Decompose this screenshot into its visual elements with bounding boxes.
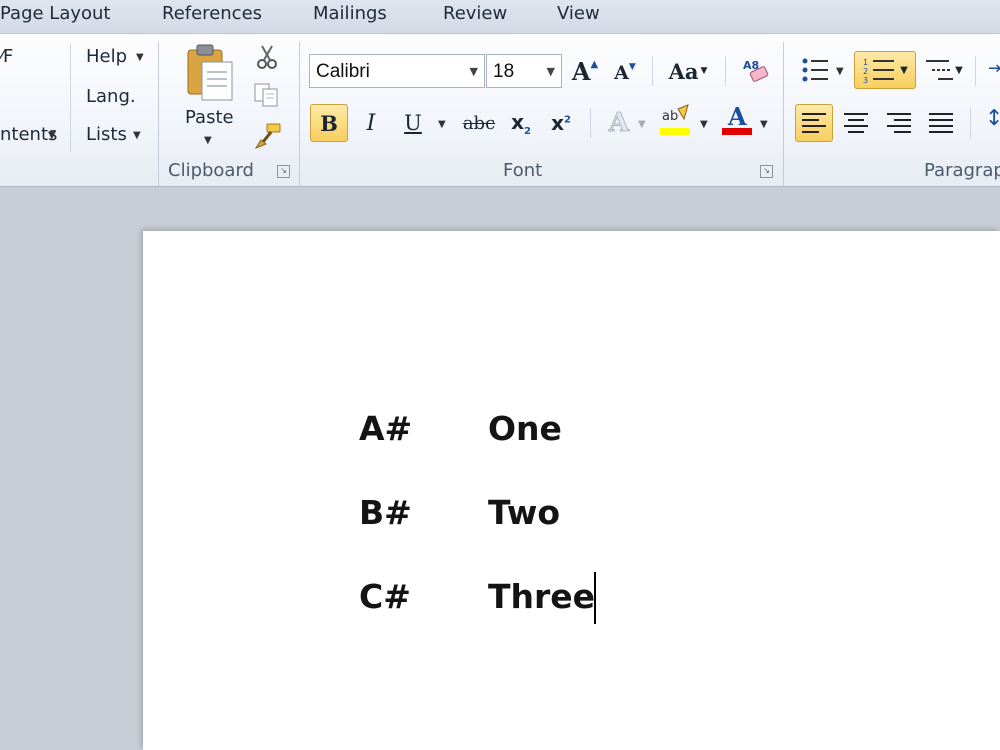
- tab-view[interactable]: View: [557, 3, 600, 24]
- svg-text:3: 3: [863, 76, 868, 84]
- ribbon: ⁄F ntents ▼ Help ▼ Lang. Lists ▼ Paste ▼: [0, 34, 1000, 187]
- italic-icon: I: [366, 110, 376, 136]
- contents-dropdown-icon[interactable]: ▼: [48, 130, 56, 141]
- change-case-icon[interactable]: Aa ▼: [664, 52, 712, 90]
- align-right-icon[interactable]: [880, 104, 918, 142]
- align-center-icon[interactable]: [837, 104, 875, 142]
- align-left-icon: [802, 113, 826, 133]
- highlight-icon[interactable]: ab: [656, 102, 694, 140]
- font-launcher-icon[interactable]: ↘: [760, 165, 773, 178]
- lists-dropdown-icon[interactable]: ▼: [133, 130, 141, 141]
- lists-button[interactable]: Lists: [86, 124, 127, 145]
- font-color-dropdown-icon[interactable]: ▼: [760, 119, 768, 130]
- paste-dropdown-icon[interactable]: ▼: [204, 135, 212, 146]
- divider: [970, 108, 971, 138]
- row-1-col-1: A#: [359, 409, 413, 448]
- font-color-icon[interactable]: A: [718, 102, 756, 140]
- strikethrough-icon: abc: [462, 112, 496, 134]
- grow-font-icon[interactable]: A ▲: [566, 52, 604, 90]
- multilevel-list-icon[interactable]: ▼: [920, 51, 966, 89]
- shrink-font-icon[interactable]: A ▼: [606, 54, 644, 92]
- paste-icon[interactable]: [184, 42, 236, 104]
- justify-icon[interactable]: [922, 104, 960, 142]
- font-name-dropdown-icon[interactable]: ▼: [470, 65, 478, 78]
- divider: [725, 56, 726, 86]
- subscript-icon: x2: [511, 109, 531, 137]
- font-group-label: Font: [503, 160, 543, 181]
- tab-mailings[interactable]: Mailings: [313, 3, 387, 24]
- italic-button[interactable]: I: [352, 104, 390, 142]
- clear-formatting-icon[interactable]: A8: [736, 51, 774, 89]
- divider: [975, 56, 976, 86]
- font-name-value: Calibri: [316, 61, 370, 82]
- divider: [70, 44, 71, 152]
- row-3-col-2: Three: [488, 577, 596, 616]
- group-divider: [783, 42, 784, 186]
- paste-button[interactable]: Paste: [185, 107, 234, 128]
- text-effects-dropdown-icon[interactable]: ▼: [638, 119, 646, 130]
- numbering-button[interactable]: 1 2 3 ▼: [854, 51, 916, 89]
- row-2-col-1: B#: [359, 493, 412, 532]
- underline-icon: U: [404, 111, 422, 135]
- bold-button[interactable]: B: [310, 104, 348, 142]
- underline-button[interactable]: U: [394, 104, 432, 142]
- pdf-button-label[interactable]: ⁄F: [0, 46, 13, 67]
- svg-text:2: 2: [863, 67, 868, 76]
- row-3-col-1: C#: [359, 577, 411, 616]
- font-size-combo[interactable]: 18 ▼: [486, 54, 562, 88]
- ribbon-tabs: Page Layout References Mailings Review V…: [0, 0, 1000, 34]
- tab-review[interactable]: Review: [443, 3, 507, 24]
- underline-dropdown-icon[interactable]: ▼: [438, 119, 446, 130]
- document-page[interactable]: A# One B# Two C# Three: [143, 231, 1000, 750]
- font-size-dropdown-icon[interactable]: ▼: [547, 65, 555, 78]
- text-effects-icon[interactable]: A: [600, 104, 638, 142]
- format-painter-icon[interactable]: [253, 122, 283, 150]
- align-left-button[interactable]: [795, 104, 833, 142]
- tab-references[interactable]: References: [162, 3, 262, 24]
- help-button[interactable]: Help: [86, 46, 127, 67]
- bullets-icon[interactable]: [796, 51, 834, 89]
- row-1-col-2: One: [488, 409, 562, 448]
- bold-icon: B: [320, 110, 338, 136]
- numbering-icon: 1 2 3: [863, 58, 895, 84]
- superscript-icon: x2: [551, 111, 571, 135]
- numbering-dropdown-icon[interactable]: ▼: [900, 65, 908, 76]
- group-divider: [299, 42, 300, 186]
- superscript-button[interactable]: x2: [542, 104, 580, 142]
- cut-icon[interactable]: [254, 44, 280, 70]
- bullets-dropdown-icon[interactable]: ▼: [836, 66, 844, 77]
- font-name-combo[interactable]: Calibri ▼: [309, 54, 485, 88]
- strikethrough-button[interactable]: abc: [458, 104, 500, 142]
- paragraph-group-label: Paragrap: [924, 160, 1000, 181]
- highlight-dropdown-icon[interactable]: ▼: [700, 119, 708, 130]
- divider: [590, 108, 591, 138]
- svg-text:A: A: [727, 103, 747, 131]
- svg-text:1: 1: [863, 58, 868, 67]
- lang-button[interactable]: Lang.: [86, 86, 136, 107]
- help-dropdown-icon[interactable]: ▼: [136, 52, 144, 63]
- clipboard-group-label: Clipboard: [168, 160, 254, 181]
- copy-icon[interactable]: [253, 82, 281, 108]
- tab-page-layout[interactable]: Page Layout: [0, 3, 111, 24]
- group-divider: [158, 42, 159, 186]
- text-cursor: [594, 572, 596, 624]
- line-spacing-icon[interactable]: ↕: [985, 106, 1000, 131]
- decrease-indent-icon[interactable]: ⇥: [988, 58, 1000, 79]
- clipboard-launcher-icon[interactable]: ↘: [277, 165, 290, 178]
- font-size-value: 18: [493, 61, 515, 82]
- subscript-button[interactable]: x2: [502, 104, 540, 142]
- svg-text:ab: ab: [662, 109, 678, 124]
- divider: [652, 56, 653, 86]
- row-2-col-2: Two: [488, 493, 561, 532]
